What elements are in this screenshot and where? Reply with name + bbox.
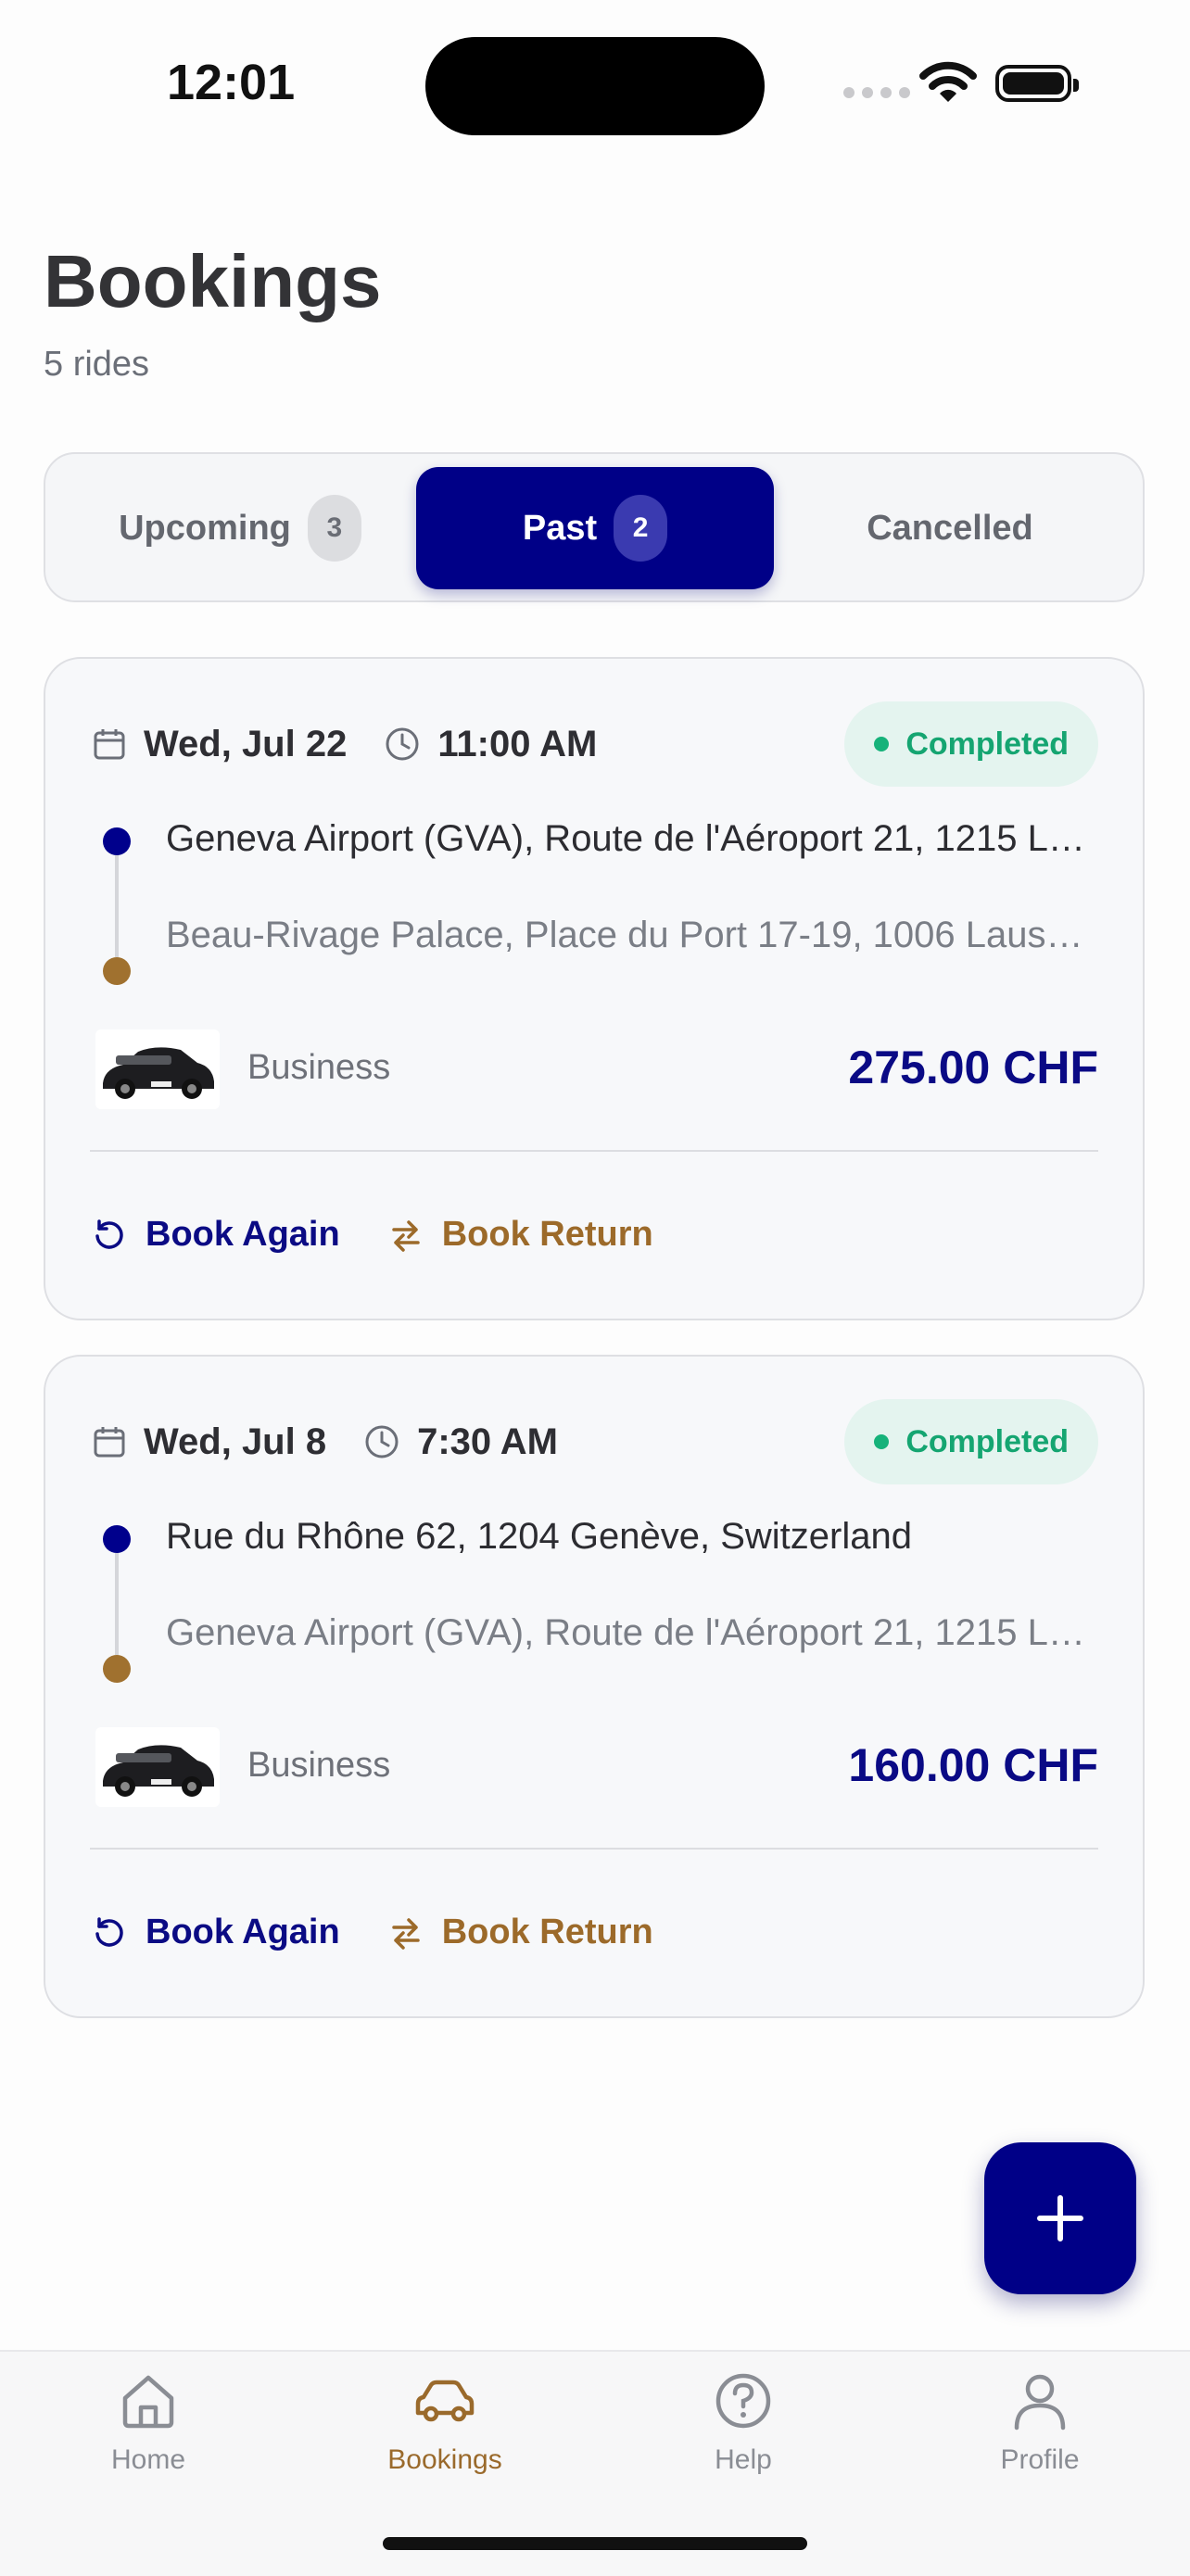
nav-label: Help [715, 2444, 772, 2475]
pickup-marker [103, 1525, 131, 1553]
plus-icon [1037, 2195, 1083, 2241]
calendar-icon [94, 729, 125, 760]
ride-count: 5 rides [44, 345, 150, 384]
booking-date: Wed, Jul 22 [144, 723, 348, 764]
book-return-label: Book Return [441, 1215, 653, 1254]
book-again-label: Book Again [146, 1913, 340, 1951]
nav-bookings[interactable]: Bookings [352, 2370, 538, 2476]
home-icon [122, 2375, 174, 2429]
status-dot [874, 1434, 890, 1449]
book-again-label: Book Again [146, 1215, 340, 1254]
status-badge: Completed [844, 701, 1098, 787]
nav-label: Bookings [387, 2444, 502, 2475]
nav-profile[interactable]: Profile [947, 2370, 1133, 2476]
swap-arrows-icon [391, 1917, 420, 1950]
booking-filter-tabs: Upcoming 3 Past 2 Cancelled [44, 452, 1145, 602]
car-icon [415, 2380, 475, 2422]
booking-date: Wed, Jul 8 [144, 1421, 327, 1462]
nav-home[interactable]: Home [56, 2370, 241, 2476]
vehicle-image [95, 1029, 220, 1109]
rotate-ccw-icon [95, 1219, 123, 1249]
tab-upcoming[interactable]: Upcoming 3 [64, 467, 416, 589]
book-return-label: Book Return [441, 1913, 653, 1951]
divider [90, 1150, 1098, 1152]
status-bar: 12:01 [0, 0, 1190, 167]
page-title: Bookings [44, 240, 382, 322]
tab-past[interactable]: Past 2 [416, 467, 774, 589]
cellular-signal-icon [843, 87, 910, 98]
clock-icon [365, 1425, 399, 1458]
status-dot [874, 737, 890, 751]
dropoff-address: Beau-Rivage Palace, Place du Port 17-19,… [166, 915, 1093, 955]
nav-label: Home [110, 2444, 186, 2475]
booking-time: 7:30 AM [417, 1421, 558, 1462]
home-indicator [383, 2537, 807, 2550]
dropoff-address: Geneva Airport (GVA), Route de l'Aéropor… [166, 1612, 1093, 1653]
count-badge: 3 [307, 495, 361, 562]
status-label: Completed [905, 726, 1069, 762]
swap-arrows-icon [391, 1219, 420, 1252]
ride-price: 275.00 CHF [848, 1042, 1098, 1093]
status-label: Completed [905, 1423, 1069, 1459]
book-again-button[interactable]: Book Again [92, 1215, 340, 1255]
tab-label: Upcoming [119, 508, 291, 548]
tab-cancelled[interactable]: Cancelled [774, 467, 1126, 589]
nav-help[interactable]: Help [651, 2370, 836, 2476]
vehicle-image [95, 1727, 220, 1807]
vehicle-class: Business [247, 1746, 391, 1785]
pickup-address: Geneva Airport (GVA), Route de l'Aéropor… [166, 818, 1093, 859]
help-icon [715, 2373, 771, 2429]
tab-label: Cancelled [867, 508, 1033, 548]
book-return-button[interactable]: Book Return [388, 1215, 653, 1255]
pickup-address: Rue du Rhône 62, 1204 Genève, Switzerlan… [166, 1516, 912, 1557]
dropoff-marker [103, 1655, 131, 1683]
route-line [115, 1553, 119, 1655]
route-line [115, 855, 119, 957]
dynamic-island [425, 37, 765, 135]
book-return-button[interactable]: Book Return [388, 1913, 653, 1952]
booking-card[interactable]: Wed, Jul 8 7:30 AM Completed Rue du Rhôn… [44, 1355, 1145, 2018]
new-booking-button[interactable] [984, 2142, 1136, 2294]
status-time: 12:01 [167, 55, 296, 110]
status-badge: Completed [844, 1399, 1098, 1484]
person-icon [1014, 2374, 1066, 2431]
vehicle-class: Business [247, 1048, 391, 1087]
booking-card[interactable]: Wed, Jul 22 11:00 AM Completed Geneva Ai… [44, 657, 1145, 1320]
pickup-marker [103, 827, 131, 855]
rotate-ccw-icon [95, 1916, 123, 1947]
count-badge: 2 [614, 495, 668, 562]
calendar-icon [94, 1427, 125, 1458]
booking-time: 11:00 AM [437, 723, 598, 764]
clock-icon [386, 727, 419, 761]
battery-icon [995, 65, 1079, 102]
nav-label: Profile [1000, 2444, 1080, 2475]
dropoff-marker [103, 957, 131, 985]
book-again-button[interactable]: Book Again [92, 1913, 340, 1952]
wifi-icon [919, 61, 977, 102]
tab-label: Past [522, 508, 598, 548]
divider [90, 1848, 1098, 1850]
ride-price: 160.00 CHF [848, 1739, 1098, 1791]
